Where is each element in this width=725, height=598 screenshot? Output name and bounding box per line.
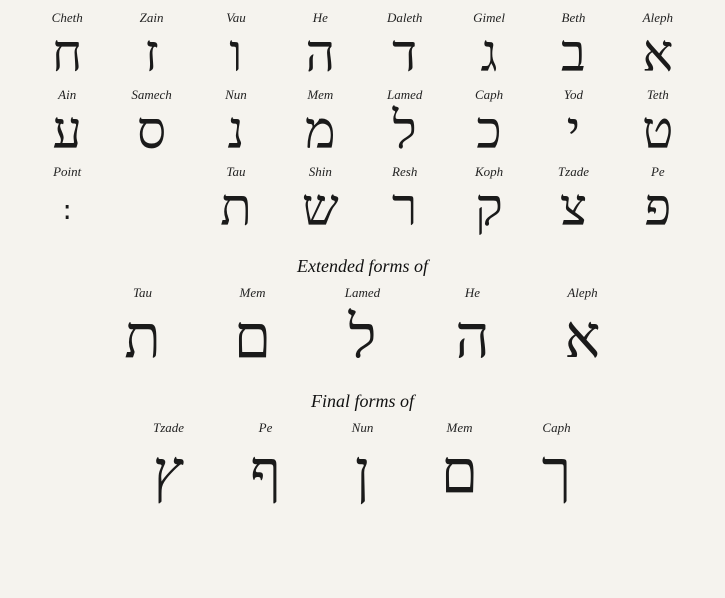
extended-title: Extended forms of — [20, 256, 705, 277]
ext-label-he: He — [418, 285, 528, 301]
label-koph: Koph — [447, 164, 531, 180]
label-yod: Yod — [531, 87, 615, 103]
final-glyphs: ץ ף ן ם ך — [20, 436, 705, 508]
row1-glyphs: ח ז ו ה ד ג ב א — [20, 26, 705, 83]
fin-glyph-nun: ן — [314, 436, 411, 508]
glyph-zain: ז — [109, 26, 193, 83]
ext-glyph-lamed: ל — [308, 301, 418, 373]
label-vau: Vau — [194, 10, 278, 26]
label-caph: Caph — [447, 87, 531, 103]
glyph-mem: מ — [278, 103, 362, 160]
glyph-pe: פ — [616, 180, 700, 237]
fin-label-tzade: Tzade — [120, 420, 217, 436]
extended-glyphs: ת ם ל ה א — [20, 301, 705, 373]
fin-label-nun: Nun — [314, 420, 411, 436]
label-zain: Zain — [109, 10, 193, 26]
label-daleth: Daleth — [363, 10, 447, 26]
label-lamed: Lamed — [363, 87, 447, 103]
extended-labels: Tau Mem Lamed He Aleph — [20, 285, 705, 301]
ext-glyph-mem: ם — [198, 301, 308, 373]
ext-label-lamed: Lamed — [308, 285, 418, 301]
label-aleph: Aleph — [616, 10, 700, 26]
fin-glyph-pe: ף — [217, 436, 314, 508]
label-he1: He — [278, 10, 362, 26]
label-tzade: Tzade — [531, 164, 615, 180]
ext-label-aleph: Aleph — [528, 285, 638, 301]
label-ain: Ain — [25, 87, 109, 103]
glyph-yod: י — [531, 103, 615, 160]
ext-glyph-he: ה — [418, 301, 528, 373]
label-shin: Shin — [278, 164, 362, 180]
label-cheth: Cheth — [25, 10, 109, 26]
row3-glyphs: ∶ ת ש ר ק צ פ — [20, 180, 705, 237]
glyph-cheth: ח — [25, 26, 109, 83]
glyph-koph: ק — [447, 180, 531, 237]
glyph-point: ∶ — [25, 189, 109, 230]
fin-glyph-caph: ך — [508, 436, 605, 508]
final-labels: Tzade Pe Nun Mem Caph — [20, 420, 705, 436]
label-beth: Beth — [531, 10, 615, 26]
row3-labels: Point Tau Shin Resh Koph Tzade Pe — [20, 164, 705, 180]
label-nun: Nun — [194, 87, 278, 103]
label-gimel: Gimel — [447, 10, 531, 26]
label-samech: Samech — [109, 87, 193, 103]
glyph-lamed: ל — [363, 103, 447, 160]
glyph-vau: ו — [194, 26, 278, 83]
row2-labels: Ain Samech Nun Mem Lamed Caph Yod Teth — [20, 87, 705, 103]
fin-label-mem: Mem — [411, 420, 508, 436]
row1-labels: Cheth Zain Vau He Daleth Gimel Beth Alep… — [20, 10, 705, 26]
ext-label-mem: Mem — [198, 285, 308, 301]
glyph-caph: כ — [447, 103, 531, 160]
label-teth: Teth — [616, 87, 700, 103]
label-pe: Pe — [616, 164, 700, 180]
row2-glyphs: ע ס נ מ ל כ י ט — [20, 103, 705, 160]
glyph-aleph: א — [616, 26, 700, 83]
ext-glyph-tau: ת — [88, 301, 198, 373]
fin-label-pe: Pe — [217, 420, 314, 436]
glyph-daleth: ד — [363, 26, 447, 83]
glyph-samech: ס — [109, 103, 193, 160]
label-resh: Resh — [363, 164, 447, 180]
glyph-he1: ה — [278, 26, 362, 83]
glyph-beth: ב — [531, 26, 615, 83]
ext-label-tau: Tau — [88, 285, 198, 301]
label-mem: Mem — [278, 87, 362, 103]
glyph-nun: נ — [194, 103, 278, 160]
glyph-teth: ט — [616, 103, 700, 160]
ext-glyph-aleph: א — [528, 301, 638, 373]
fin-glyph-mem: ם — [411, 436, 508, 508]
glyph-tzade: צ — [531, 180, 615, 237]
label-point: Point — [25, 164, 109, 180]
glyph-resh: ר — [363, 180, 447, 237]
glyph-shin: ש — [278, 180, 362, 237]
final-title: Final forms of — [20, 391, 705, 412]
fin-label-caph: Caph — [508, 420, 605, 436]
fin-glyph-tzade: ץ — [120, 436, 217, 508]
glyph-ain: ע — [25, 103, 109, 160]
glyph-gimel: ג — [447, 26, 531, 83]
label-tau: Tau — [194, 164, 278, 180]
glyph-tau: ת — [194, 180, 278, 237]
